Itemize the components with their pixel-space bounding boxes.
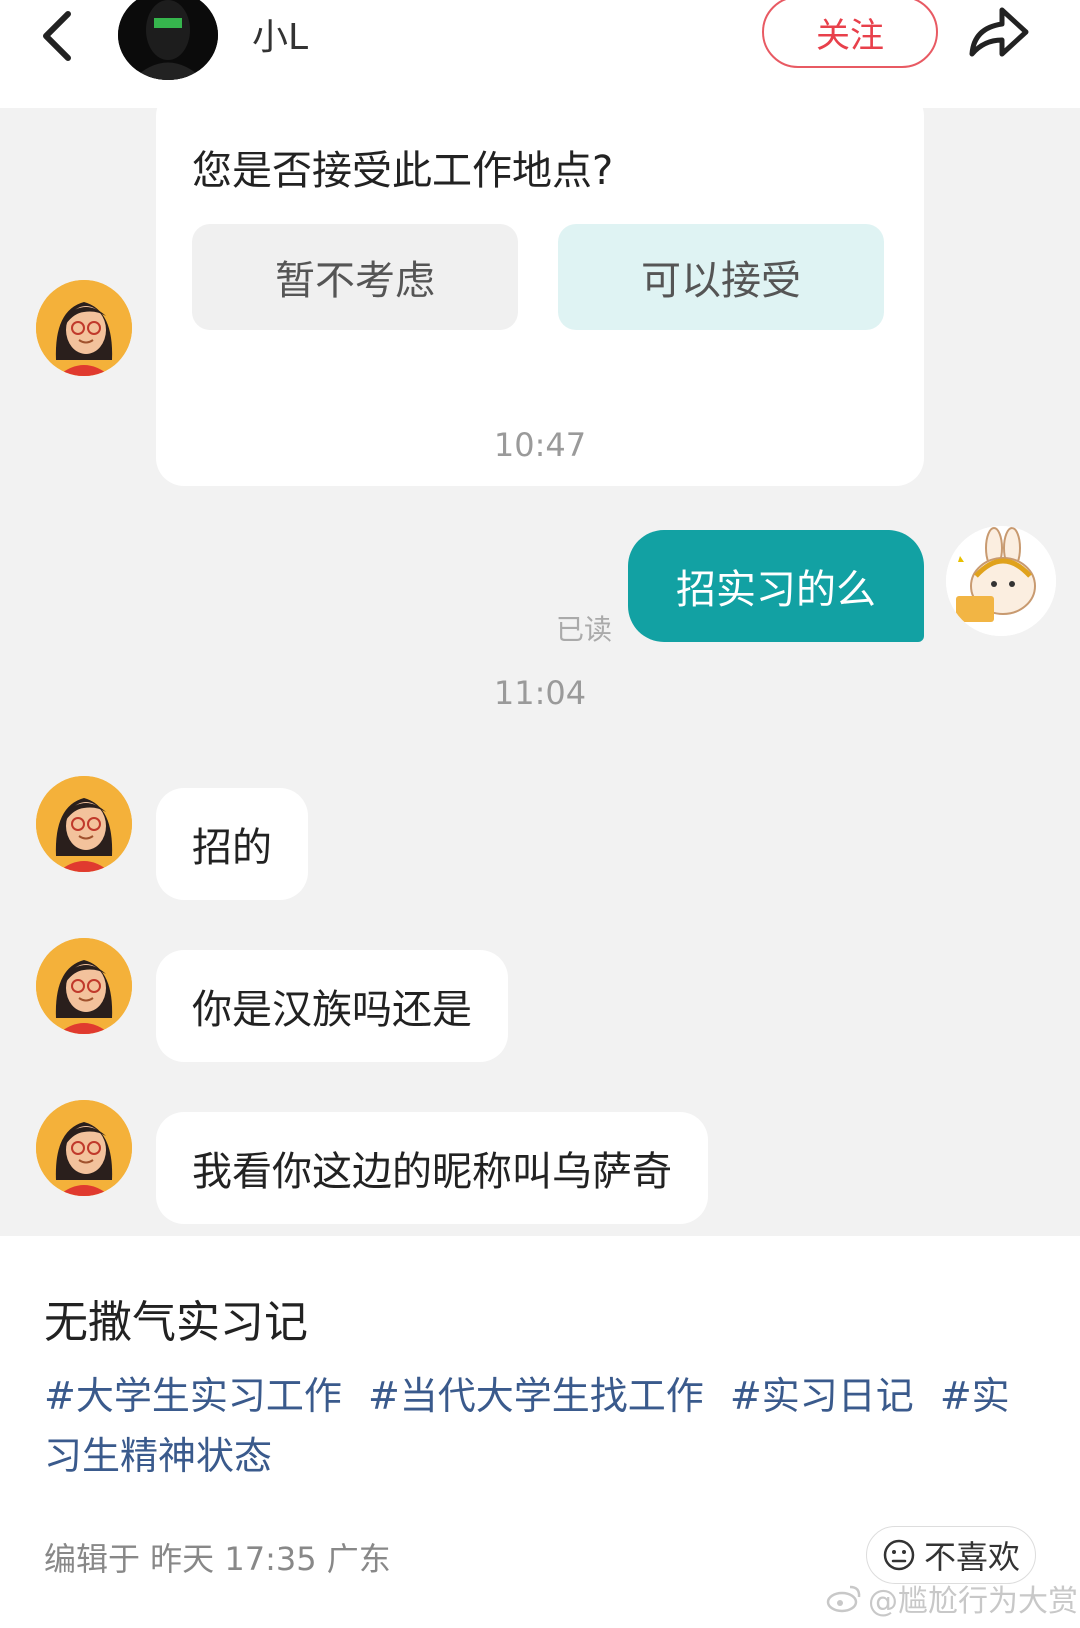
neutral-face-icon xyxy=(883,1539,915,1571)
recruiter-avatar xyxy=(36,776,132,872)
timestamp: 11:04 xyxy=(493,674,587,712)
woman-avatar-icon xyxy=(36,1100,132,1196)
top-bar: 小L 关注 xyxy=(0,0,1080,108)
recruiter-avatar xyxy=(36,280,132,376)
decline-option-button[interactable]: 暂不考虑 xyxy=(192,224,518,330)
share-icon xyxy=(969,7,1029,57)
woman-avatar-icon xyxy=(36,938,132,1034)
post-title: 无撒气实习记 xyxy=(44,1297,308,1348)
recruiter-avatar xyxy=(36,1100,132,1196)
accept-option-button[interactable]: 可以接受 xyxy=(558,224,884,330)
hashtag-link[interactable]: #当代大学生找工作 xyxy=(368,1374,704,1418)
hashtag-link[interactable]: #大学生实习工作 xyxy=(44,1374,342,1418)
hashtag-list: #大学生实习工作 #当代大学生找工作 #实习日记 #实习生精神状态 xyxy=(44,1366,1040,1486)
reply-bubble: 我看你这边的昵称叫乌萨奇 xyxy=(156,1112,708,1224)
my-message-bubble: 招实习的么 xyxy=(628,530,924,642)
reply-bubble: 你是汉族吗还是 xyxy=(156,950,508,1062)
author-name[interactable]: 小L xyxy=(252,8,308,60)
woman-avatar-icon xyxy=(36,280,132,376)
woman-avatar-icon xyxy=(36,776,132,872)
card-question: 您是否接受此工作地点? xyxy=(192,148,614,194)
watermark: @尴尬行为大赏 xyxy=(826,1576,1078,1620)
post-info: 无撒气实习记 #大学生实习工作 #当代大学生找工作 #实习日记 #实习生精神状态… xyxy=(0,1236,1080,1628)
dislike-label: 不喜欢 xyxy=(923,1538,1020,1576)
hashtag-link[interactable]: #实习日记 xyxy=(730,1374,914,1418)
rabbit-avatar-icon xyxy=(946,526,1056,636)
my-avatar xyxy=(946,526,1056,636)
watermark-text: @尴尬行为大赏 xyxy=(868,1584,1078,1619)
read-status: 已读 xyxy=(556,613,613,646)
recruiter-avatar xyxy=(36,938,132,1034)
timestamp: 10:47 xyxy=(493,426,587,464)
reply-bubble: 招的 xyxy=(156,788,308,900)
chat-screenshot: 您是否接受此工作地点? 暂不考虑 可以接受 10:47 已读 招实习的么 11:… xyxy=(0,108,1080,1236)
share-button[interactable] xyxy=(964,0,1034,64)
author-avatar-image xyxy=(118,0,218,80)
back-button[interactable] xyxy=(34,6,84,66)
author-avatar[interactable] xyxy=(118,0,218,80)
edit-info: 编辑于 昨天 17:35 广东 xyxy=(44,1540,391,1578)
follow-button[interactable]: 关注 xyxy=(762,0,938,68)
weibo-logo-icon xyxy=(826,1585,861,1613)
chevron-left-icon xyxy=(43,11,71,61)
